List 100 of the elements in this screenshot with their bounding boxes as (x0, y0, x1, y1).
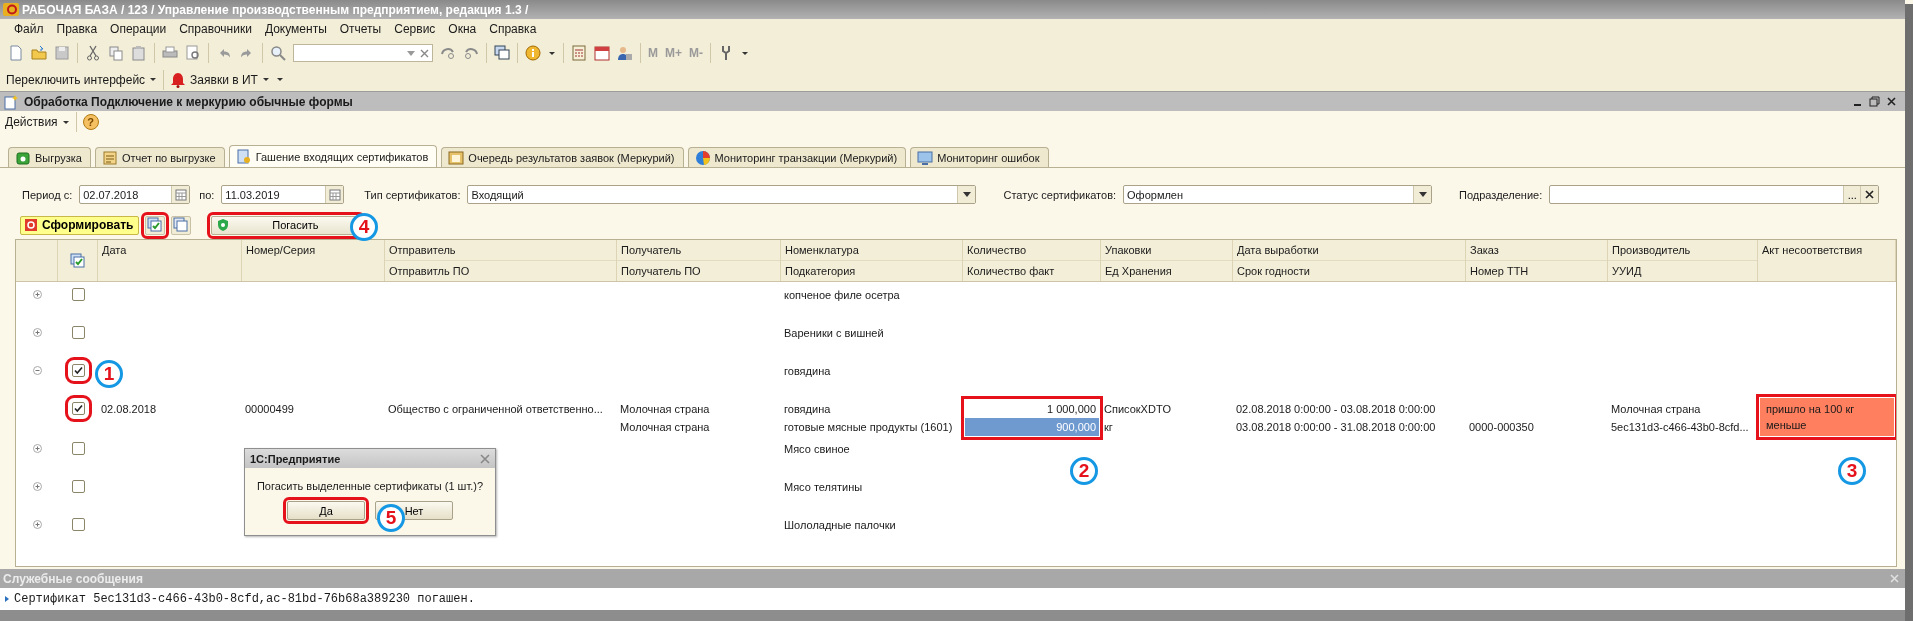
menu-item[interactable]: Справочники (173, 21, 259, 36)
column-header[interactable]: Номер ТТН (1466, 260, 1607, 281)
field-label: по: (199, 188, 215, 201)
checkbox[interactable] (71, 326, 85, 339)
table-cell-text: 02.08.2018 (100, 402, 158, 417)
open-folder-icon[interactable] (31, 45, 47, 61)
column-header[interactable]: Количество (963, 240, 1100, 260)
user-icon[interactable] (617, 45, 633, 61)
expand-icon[interactable] (32, 482, 42, 491)
tab[interactable]: Мониторинг ошибок (910, 147, 1049, 167)
dialog-title: 1С:Предприятие (250, 452, 341, 465)
app-logo-icon (3, 1, 19, 18)
find-next-icon[interactable] (440, 45, 456, 61)
dropdown-icon[interactable] (962, 191, 972, 198)
checkbox[interactable] (71, 288, 85, 301)
restore-icon[interactable] (1869, 96, 1880, 107)
input-field[interactable]: ... (1549, 185, 1880, 204)
column-header[interactable]: Подкатегория (781, 260, 962, 281)
save-icon[interactable] (54, 45, 70, 61)
tab[interactable]: Очередь результатов заявок (Меркурий) (441, 147, 684, 167)
clear-icon[interactable] (1865, 190, 1875, 199)
field-label: Подразделение: (1459, 188, 1543, 201)
window-title: РАБОЧАЯ БАЗА / 123 / Управление производственным предприятием, редакция 1.3 / (22, 2, 529, 17)
date-field[interactable]: 02.07.2018 (79, 185, 191, 204)
form-icon (3, 93, 19, 110)
column-header[interactable]: Акт несоответствия (1758, 240, 1895, 260)
new-document-icon[interactable] (8, 45, 24, 61)
column-header[interactable]: Ед Хранения (1101, 260, 1232, 281)
interface-button[interactable]: Переключить интерфейс (6, 72, 158, 87)
collapse-icon[interactable] (32, 366, 42, 375)
checkbox[interactable] (71, 442, 85, 455)
tab[interactable]: Отчет по выгрузке (94, 147, 225, 167)
column-header[interactable]: Дата выработки (1233, 240, 1465, 260)
select-field[interactable]: Оформлен (1123, 185, 1433, 204)
expand-icon[interactable] (32, 520, 42, 529)
preview-icon[interactable] (185, 45, 201, 61)
pie-chart-icon (694, 149, 711, 166)
expand-icon[interactable] (32, 328, 42, 337)
column-header[interactable]: Заказ (1466, 240, 1607, 260)
table-cell-text: Молочная страна (619, 420, 711, 435)
menu-item[interactable]: Сервис (388, 21, 443, 36)
cut-icon[interactable] (85, 45, 101, 61)
choose-button[interactable]: ... (1843, 186, 1861, 203)
menu-item[interactable]: Справка (483, 21, 544, 36)
find-previous-icon[interactable] (463, 45, 479, 61)
menu-item[interactable]: Файл (8, 21, 51, 36)
print-icon[interactable] (162, 45, 178, 61)
close-icon[interactable] (1886, 96, 1897, 107)
checkbox[interactable] (71, 518, 85, 531)
tab[interactable]: Гашение входящих сертификатов (228, 145, 438, 167)
menu-item[interactable]: Документы (258, 21, 334, 36)
expand-icon[interactable] (32, 444, 42, 453)
tab[interactable]: Выгрузка (8, 147, 91, 167)
column-header[interactable]: Количество факт (963, 260, 1100, 281)
column-header[interactable]: Номенклатура (781, 240, 962, 260)
calculator-icon[interactable] (571, 45, 587, 61)
column-header[interactable]: Упаковки (1101, 240, 1232, 260)
generate-button[interactable]: Сформировать (20, 215, 140, 235)
table-cell-text: 03.08.2018 0:00:00 - 31.08.2018 0:00:00 (1235, 420, 1437, 435)
table-cell-text: СписокXDTO (1103, 402, 1172, 417)
search-icon[interactable] (270, 45, 286, 61)
select-field[interactable]: Входящий (467, 185, 977, 204)
caret-icon[interactable] (548, 50, 556, 56)
column-header[interactable]: Отправитль ПО (385, 260, 616, 281)
help-button[interactable]: ? (82, 114, 99, 130)
caret-icon[interactable] (741, 50, 749, 56)
report-icon (101, 149, 118, 166)
menu-item[interactable]: Окна (442, 21, 484, 36)
copy-icon[interactable] (108, 45, 124, 61)
requests-button[interactable]: Заявки в ИТ (170, 71, 270, 88)
menu-item[interactable]: Отчеты (333, 21, 389, 36)
info-icon[interactable] (525, 45, 541, 61)
dropdown-icon[interactable] (1417, 191, 1428, 198)
column-header[interactable]: Дата (98, 240, 241, 260)
windows-icon[interactable] (494, 45, 510, 61)
menu-item[interactable]: Правка (50, 21, 105, 36)
table-cell-text: говядина (783, 402, 832, 417)
check-all-icon[interactable] (69, 252, 86, 269)
checkbox[interactable] (71, 480, 85, 493)
column-header[interactable]: Получатель (617, 240, 780, 260)
calendar-icon[interactable] (594, 45, 610, 61)
table-cell-text: Мясо телятины (783, 480, 864, 495)
dialog-message: Погасить выделенные сертификаты (1 шт.)? (256, 480, 484, 492)
report-icon (24, 218, 38, 232)
column-header[interactable]: Получатель ПО (617, 260, 780, 281)
date-field[interactable]: 11.03.2019 (221, 185, 345, 204)
column-header[interactable]: Отправитель (385, 240, 616, 260)
column-header[interactable]: Производитель (1608, 240, 1757, 260)
calendar-icon[interactable] (328, 188, 341, 201)
column-header[interactable]: Номер/Серия (242, 240, 384, 260)
actions-menu[interactable]: Действия (5, 115, 70, 129)
column-header[interactable]: Срок годности (1233, 260, 1465, 281)
uncheck-all-button[interactable] (171, 215, 192, 235)
monitor-icon (917, 149, 934, 166)
calendar-icon[interactable] (174, 188, 187, 201)
table-cell-text: копченое филе осетра (783, 288, 901, 303)
tab[interactable]: Мониторинг транзакции (Меркурий) (687, 147, 907, 167)
menu-item[interactable]: Операции (104, 21, 174, 36)
expand-icon[interactable] (32, 290, 42, 299)
column-header[interactable]: УУИД (1608, 260, 1757, 281)
